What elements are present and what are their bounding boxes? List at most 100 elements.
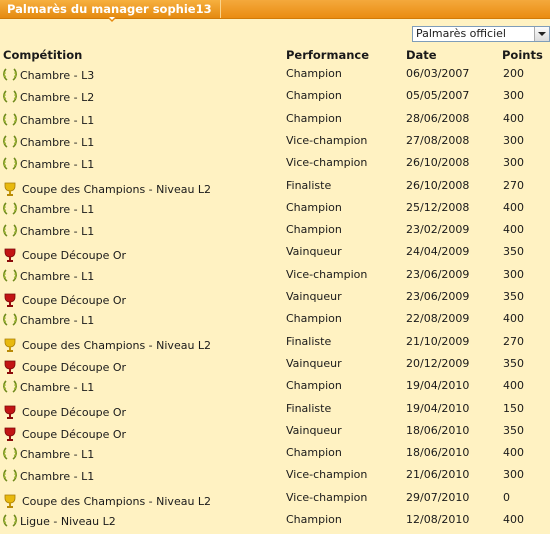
competition-cell: Chambre - L1 <box>20 114 95 127</box>
date-cell: 25/12/2008 <box>406 201 470 214</box>
points-cell: 300 <box>503 134 524 147</box>
date-cell: 27/08/2008 <box>406 134 470 147</box>
column-header-competition: Compétition <box>3 48 83 62</box>
date-cell: 19/04/2010 <box>406 402 470 415</box>
red-cup-icon <box>2 404 18 420</box>
date-cell: 26/10/2008 <box>406 156 470 169</box>
laurel-icon <box>2 67 18 83</box>
date-cell: 21/06/2010 <box>406 468 470 481</box>
table-row: Chambre - L1 Vice-champion 23/06/2009 300 <box>0 267 550 289</box>
performance-cell: Champion <box>286 513 342 526</box>
competition-cell: Coupe des Champions - Niveau L2 <box>22 495 212 508</box>
points-cell: 400 <box>503 513 524 526</box>
laurel-icon <box>2 312 18 328</box>
table-row: Coupe des Champions - Niveau L2 Vice-cham… <box>0 490 550 512</box>
laurel-icon <box>2 201 18 217</box>
performance-cell: Finaliste <box>286 402 332 415</box>
performance-cell: Champion <box>286 446 342 459</box>
points-cell: 400 <box>503 446 524 459</box>
points-cell: 350 <box>503 245 524 258</box>
red-cup-icon <box>2 247 18 263</box>
table-row: Coupe Découpe Or Vainqueur 24/04/2009 350 <box>0 244 550 266</box>
column-header-performance: Performance <box>286 48 370 62</box>
points-cell: 350 <box>503 290 524 303</box>
table-row: Coupe des Champions - Niveau L2 Finaliste… <box>0 178 550 200</box>
performance-cell: Champion <box>286 67 342 80</box>
performance-cell: Vainqueur <box>286 290 342 303</box>
performance-cell: Champion <box>286 89 342 102</box>
performance-cell: Champion <box>286 201 342 214</box>
competition-cell: Chambre - L1 <box>20 448 95 461</box>
date-cell: 22/08/2009 <box>406 312 470 325</box>
chevron-down-icon[interactable] <box>534 27 549 41</box>
points-cell: 150 <box>503 402 524 415</box>
points-cell: 0 <box>503 491 510 504</box>
competition-cell: Chambre - L1 <box>20 158 95 171</box>
table-row: Coupe Découpe Or Finaliste 19/04/2010 150 <box>0 401 550 423</box>
red-cup-icon <box>2 359 18 375</box>
performance-cell: Vainqueur <box>286 424 342 437</box>
palmares-type-value: Palmarès officiel <box>416 27 506 40</box>
laurel-icon <box>2 89 18 105</box>
table-row: Chambre - L1 Champion 22/08/2009 400 <box>0 311 550 333</box>
table-row: Chambre - L1 Champion 28/06/2008 400 <box>0 111 550 133</box>
table-row: Chambre - L1 Champion 19/04/2010 400 <box>0 378 550 400</box>
competition-cell: Coupe Découpe Or <box>22 406 127 419</box>
performance-cell: Vice-champion <box>286 268 368 281</box>
date-cell: 28/06/2008 <box>406 112 470 125</box>
competition-cell: Coupe Découpe Or <box>22 294 127 307</box>
date-cell: 12/08/2010 <box>406 513 470 526</box>
competition-cell: Chambre - L1 <box>20 381 95 394</box>
red-cup-icon <box>2 426 18 442</box>
red-cup-icon <box>2 292 18 308</box>
competition-cell: Coupe Découpe Or <box>22 428 127 441</box>
gold-cup-icon <box>2 493 18 509</box>
points-cell: 200 <box>503 67 524 80</box>
table-row: Chambre - L1 Champion 25/12/2008 400 <box>0 200 550 222</box>
competition-cell: Chambre - L3 <box>20 69 95 82</box>
date-cell: 23/06/2009 <box>406 290 470 303</box>
table-row: Chambre - L1 Vice-champion 26/10/2008 300 <box>0 155 550 177</box>
date-cell: 21/10/2009 <box>406 335 470 348</box>
table-row: Coupe Découpe Or Vainqueur 18/06/2010 350 <box>0 423 550 445</box>
date-cell: 24/04/2009 <box>406 245 470 258</box>
laurel-icon <box>2 379 18 395</box>
competition-cell: Coupe des Champions - Niveau L2 <box>22 339 212 352</box>
title-tab-pointer-inner <box>109 17 115 20</box>
points-cell: 400 <box>503 112 524 125</box>
laurel-icon <box>2 112 18 128</box>
points-cell: 350 <box>503 424 524 437</box>
performance-cell: Vice-champion <box>286 134 368 147</box>
date-cell: 29/07/2010 <box>406 491 470 504</box>
date-cell: 23/06/2009 <box>406 268 470 281</box>
competition-cell: Ligue - Niveau L2 <box>20 515 116 528</box>
competition-cell: Coupe Découpe Or <box>22 249 127 262</box>
points-cell: 400 <box>503 312 524 325</box>
date-cell: 18/06/2010 <box>406 446 470 459</box>
performance-cell: Champion <box>286 312 342 325</box>
table-row: Chambre - L1 Champion 23/02/2009 400 <box>0 222 550 244</box>
laurel-icon <box>2 268 18 284</box>
date-cell: 26/10/2008 <box>406 179 470 192</box>
date-cell: 18/06/2010 <box>406 424 470 437</box>
date-cell: 05/05/2007 <box>406 89 470 102</box>
competition-cell: Chambre - L1 <box>20 136 95 149</box>
competition-cell: Chambre - L1 <box>20 225 95 238</box>
palmares-type-select[interactable]: Palmarès officiel <box>412 26 550 42</box>
points-cell: 400 <box>503 223 524 236</box>
points-cell: 400 <box>503 201 524 214</box>
column-header-date: Date <box>406 48 437 62</box>
performance-cell: Vainqueur <box>286 245 342 258</box>
points-cell: 300 <box>503 468 524 481</box>
date-cell: 20/12/2009 <box>406 357 470 370</box>
points-cell: 270 <box>503 335 524 348</box>
points-cell: 350 <box>503 357 524 370</box>
date-cell: 06/03/2007 <box>406 67 470 80</box>
page-title: Palmarès du manager sophie13 <box>0 0 221 18</box>
table-row: Chambre - L1 Vice-champion 27/08/2008 300 <box>0 133 550 155</box>
table-row: Chambre - L1 Vice-champion 21/06/2010 300 <box>0 467 550 489</box>
date-cell: 23/02/2009 <box>406 223 470 236</box>
points-cell: 270 <box>503 179 524 192</box>
laurel-icon <box>2 468 18 484</box>
gold-cup-icon <box>2 337 18 353</box>
